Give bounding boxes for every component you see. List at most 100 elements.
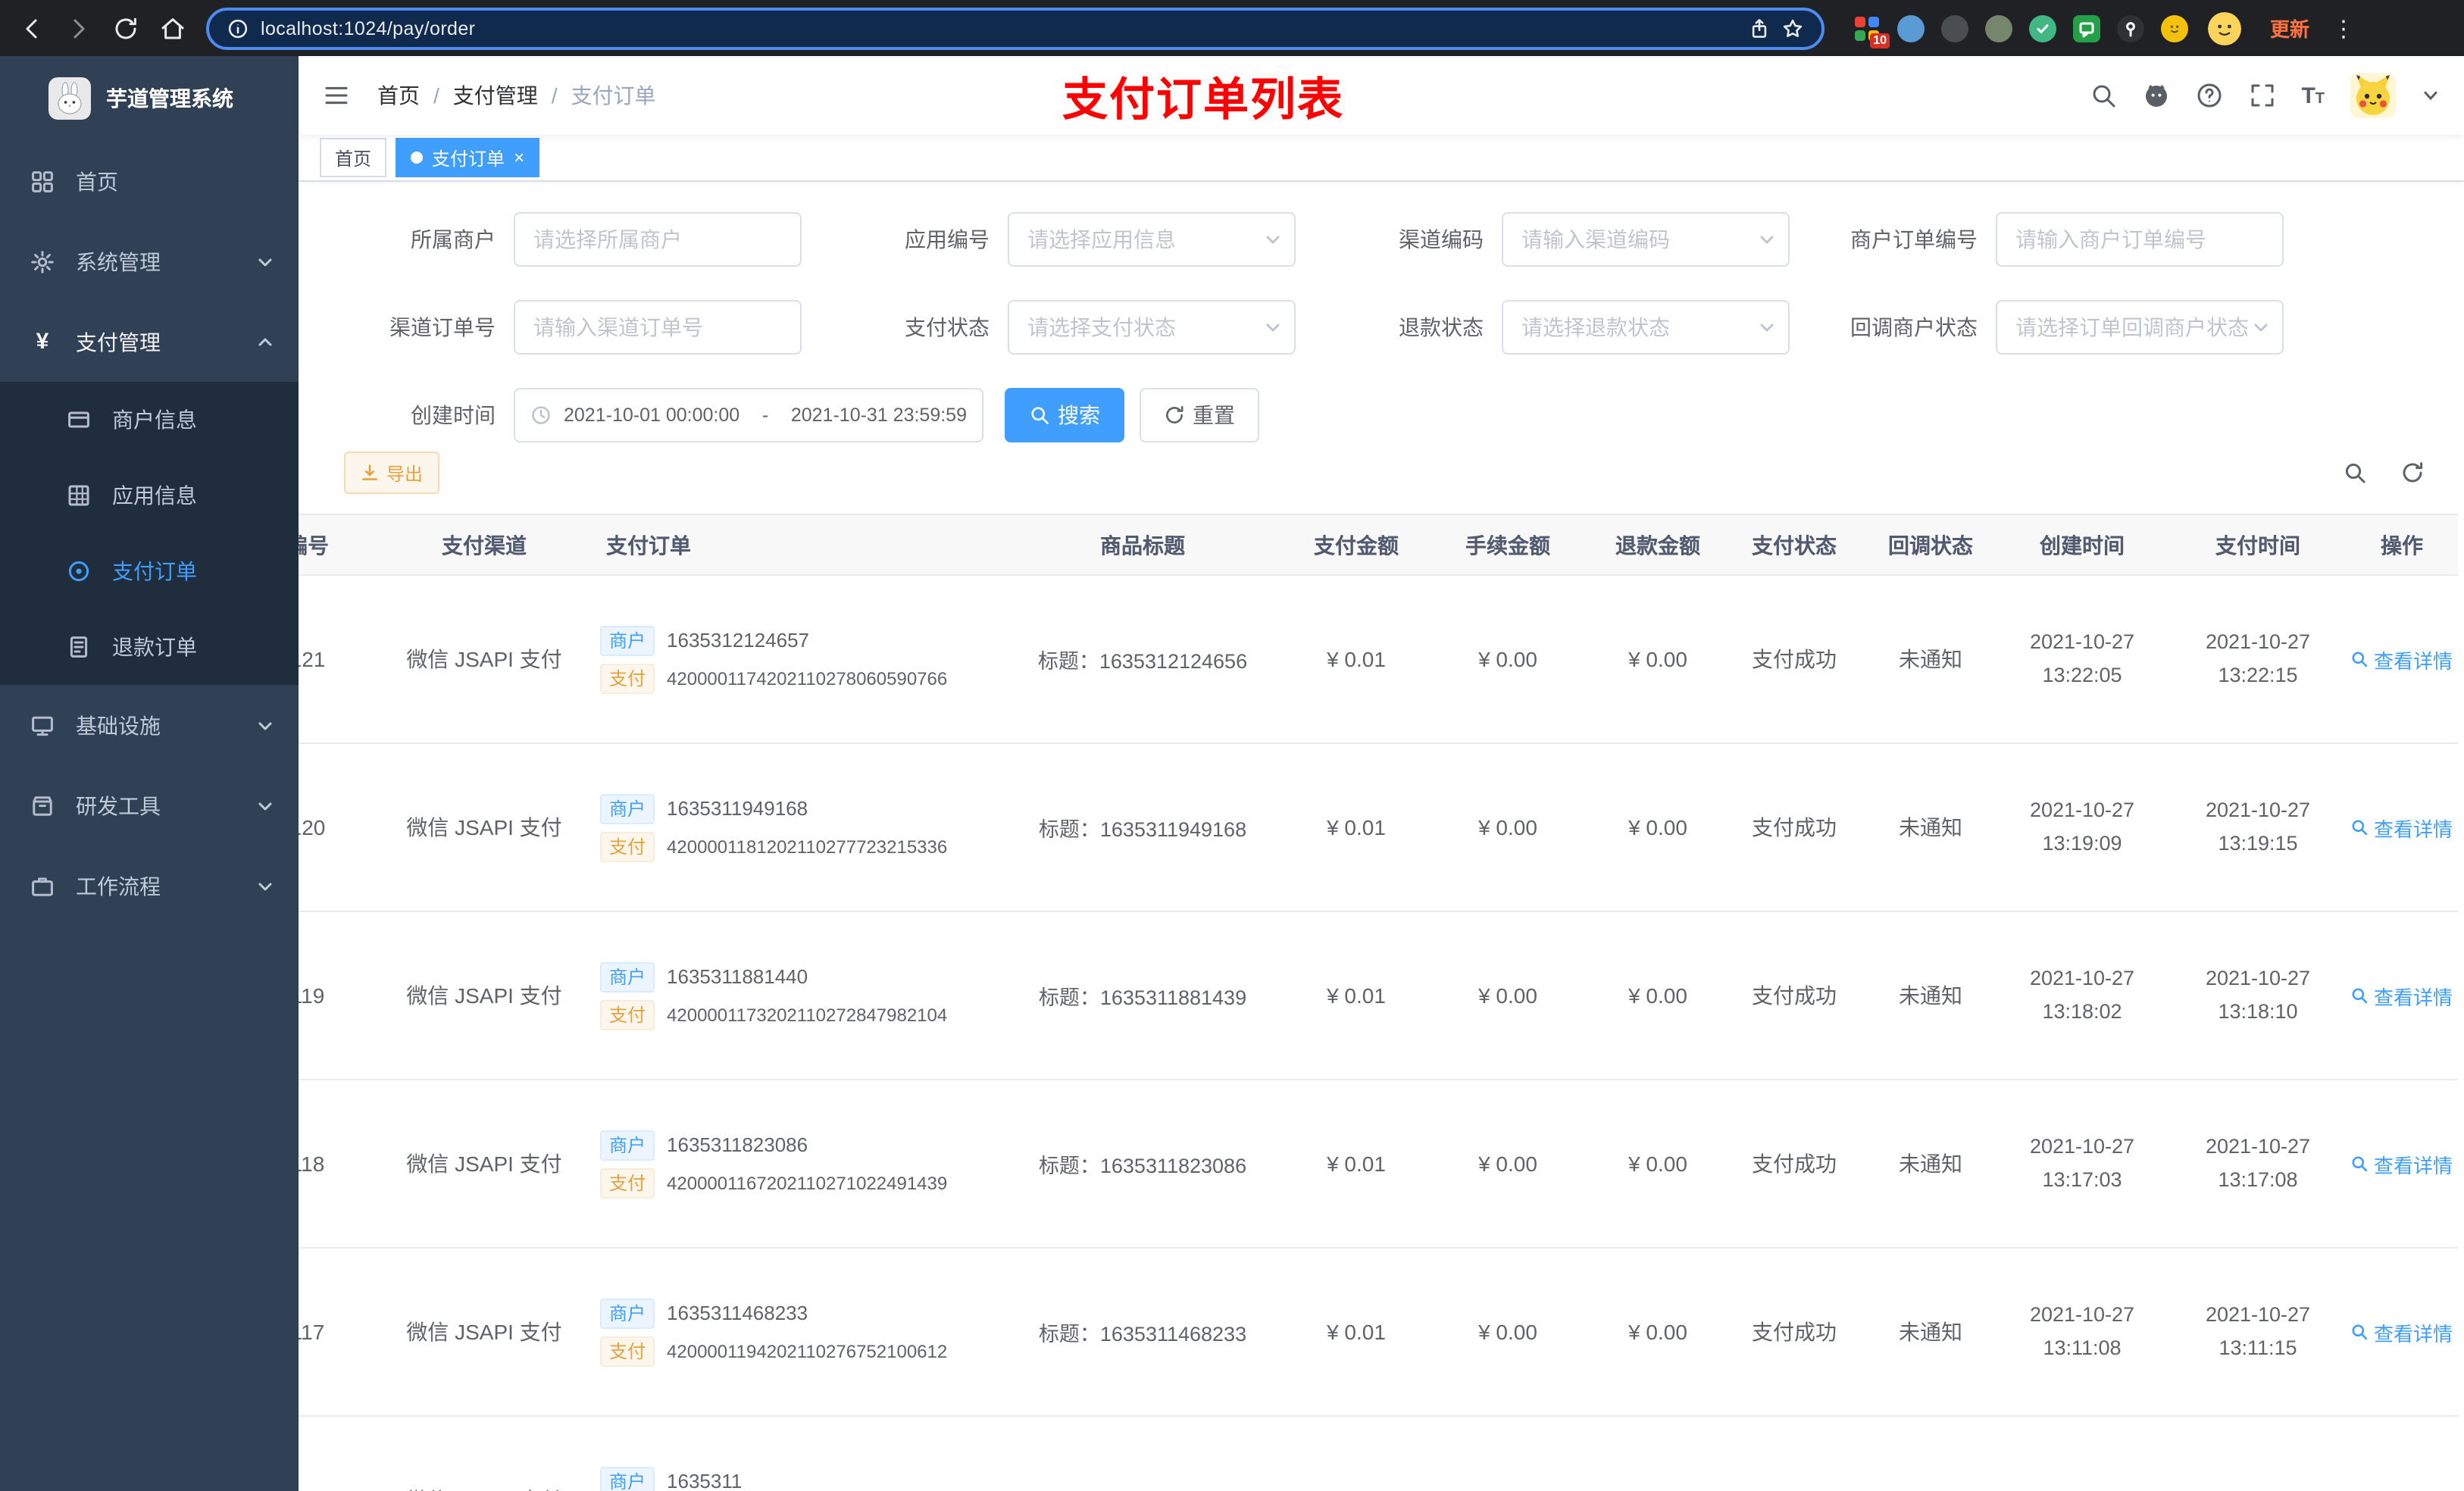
extension-check-icon[interactable] xyxy=(2029,14,2056,42)
merchant-order-no-input[interactable] xyxy=(1996,212,2284,267)
pay-amount: ¥ 0.01 xyxy=(1291,1080,1421,1249)
browser-menu-icon[interactable]: ⋮ xyxy=(2332,14,2355,42)
notify-status: 未通知 xyxy=(1867,743,1994,912)
pay-status: 支付成功 xyxy=(1721,911,1867,1080)
search-button[interactable]: 搜索 xyxy=(1005,388,1124,442)
sidebar-item-merchant-info[interactable]: 商户信息 xyxy=(0,382,299,458)
back-icon[interactable] xyxy=(18,14,45,42)
export-button[interactable]: 导出 xyxy=(344,452,440,494)
sidebar-item-label: 首页 xyxy=(76,169,118,193)
gear-icon xyxy=(31,250,54,273)
channel-pay-no: 4200001181202110277723215336 xyxy=(667,836,948,857)
url-text[interactable]: localhost:1024/pay/order xyxy=(261,17,1737,39)
view-detail-label: 查看详情 xyxy=(2373,649,2453,672)
extension-grid-icon[interactable]: 10 xyxy=(1853,14,1890,48)
sidebar-item-label: 支付订单 xyxy=(112,559,197,583)
view-detail-link[interactable]: 查看详情 xyxy=(2351,1149,2453,1178)
address-bar[interactable]: localhost:1024/pay/order xyxy=(206,7,1825,49)
refund-status-select[interactable] xyxy=(1502,300,1790,355)
extension-olive-icon[interactable] xyxy=(1985,14,2012,42)
help-icon[interactable] xyxy=(2195,82,2222,109)
sidebar-item-app-info[interactable]: 应用信息 xyxy=(0,458,299,533)
refresh-icon[interactable] xyxy=(2400,461,2425,485)
pay-channel: 微信 JSAPI 支付 xyxy=(368,1248,600,1417)
github-icon[interactable] xyxy=(2142,82,2169,109)
filter-notify-status: 回调商户状态 xyxy=(1826,300,2320,355)
extension-smiley-icon[interactable] xyxy=(2161,14,2188,42)
notify-status: 未通知 xyxy=(1867,1080,1994,1249)
pay-tag: 支付 xyxy=(600,999,655,1030)
extension-chat-icon[interactable] xyxy=(2073,14,2100,42)
forward-icon[interactable] xyxy=(65,14,92,42)
main-area: 首页 / 支付管理 / 支付订单 支付订单列表 TT 首页 支付订单 × 所属商… xyxy=(299,56,2464,1491)
sidebar-item-pay-order[interactable]: 支付订单 xyxy=(0,533,299,609)
notify-status: 未通知 xyxy=(1867,575,1994,744)
sidebar-item-refund-order[interactable]: 退款订单 xyxy=(0,609,299,685)
created-date: 2021-10-27 xyxy=(2029,1134,2135,1158)
tab-pay-order[interactable]: 支付订单 × xyxy=(396,138,540,177)
merchant-order-no: 1635311881440 xyxy=(667,965,808,988)
created-time-cell: 2021-10-27 13:19:09 xyxy=(1994,743,2170,912)
browser-profile-avatar[interactable] xyxy=(2208,11,2241,45)
view-detail-link[interactable]: 查看详情 xyxy=(2351,813,2453,842)
sidebar-item-payment[interactable]: ¥ 支付管理 xyxy=(0,302,299,382)
caret-down-icon[interactable] xyxy=(2422,86,2440,105)
download-icon xyxy=(362,464,377,480)
share-icon[interactable] xyxy=(1749,17,1770,39)
magnifier-icon xyxy=(2353,820,2369,836)
filter-refund-status: 退款状态 xyxy=(1332,300,1826,355)
toggle-search-icon[interactable] xyxy=(2343,461,2367,485)
app-no-select[interactable] xyxy=(1008,212,1296,267)
sidebar-item-home[interactable]: 首页 xyxy=(0,141,299,221)
notify-status-select[interactable] xyxy=(1996,300,2284,355)
extension-drop-icon[interactable] xyxy=(1897,14,1925,42)
close-icon[interactable]: × xyxy=(514,148,524,167)
merchant-select[interactable] xyxy=(514,212,802,267)
home-icon[interactable] xyxy=(159,14,186,42)
refund-amount: ¥ 0.00 xyxy=(1594,1080,1721,1249)
view-detail-label: 查看详情 xyxy=(2373,1154,2453,1177)
refund-amount: ¥ 0.00 xyxy=(1594,1248,1721,1417)
breadcrumb-home[interactable]: 首页 xyxy=(377,80,420,111)
page-title-annotation: 支付订单列表 xyxy=(1062,76,1344,126)
extension-badge: 10 xyxy=(1870,33,1890,48)
hamburger-icon[interactable] xyxy=(323,82,350,109)
fullscreen-icon[interactable] xyxy=(2248,82,2275,109)
info-icon[interactable] xyxy=(227,17,249,39)
sidebar-item-workflow[interactable]: 工作流程 xyxy=(0,846,299,926)
tab-home[interactable]: 首页 xyxy=(320,138,387,177)
browser-toolbar: localhost:1024/pay/order 10 更新 ⋮ xyxy=(0,0,2464,56)
view-detail-link[interactable]: 查看详情 xyxy=(2351,645,2453,674)
channel-code-select[interactable] xyxy=(1502,212,1790,267)
pay-amount: ¥ 0.01 xyxy=(1291,743,1421,912)
sidebar-item-label: 退款订单 xyxy=(112,635,197,659)
breadcrumb-payment[interactable]: 支付管理 xyxy=(453,80,538,111)
sidebar-item-infra[interactable]: 基础设施 xyxy=(0,685,299,765)
extension-dark-icon[interactable] xyxy=(1941,14,1968,42)
sidebar-item-label: 系统管理 xyxy=(76,249,161,274)
magnifier-icon xyxy=(2353,988,2369,1004)
pay-status-select[interactable] xyxy=(1008,300,1296,355)
sidebar-item-system[interactable]: 系统管理 xyxy=(0,221,299,302)
extension-pin-icon[interactable] xyxy=(2117,14,2144,42)
date-range-input[interactable]: 2021-10-01 00:00:00 - 2021-10-31 23:59:5… xyxy=(514,388,983,442)
bookmark-star-icon[interactable] xyxy=(1782,17,1803,39)
merchant-tag: 商户 xyxy=(600,1298,655,1328)
browser-update-button[interactable]: 更新 xyxy=(2270,14,2309,42)
briefcase-icon xyxy=(32,877,53,896)
reset-button[interactable]: 重置 xyxy=(1140,388,1259,442)
channel-order-no-input[interactable] xyxy=(514,300,802,355)
reload-icon[interactable] xyxy=(112,14,139,42)
sidebar-item-devtools[interactable]: 研发工具 xyxy=(0,765,299,846)
filter-form: 所属商户 应用编号 渠道编码 xyxy=(299,182,2464,442)
fee-amount: ¥ 0.00 xyxy=(1421,1080,1594,1249)
date-separator: - xyxy=(761,405,769,426)
user-avatar[interactable] xyxy=(2350,73,2396,118)
search-icon[interactable] xyxy=(2089,82,2116,109)
font-size-icon[interactable]: TT xyxy=(2301,84,2325,107)
view-detail-link[interactable]: 查看详情 xyxy=(2351,981,2453,1010)
screen: localhost:1024/pay/order 10 更新 ⋮ 芋道管理系统 … xyxy=(0,0,2464,1491)
fee-amount xyxy=(1421,1416,1594,1491)
view-detail-link[interactable]: 查看详情 xyxy=(2351,1318,2453,1346)
product-title: 标题：1635312124656 xyxy=(994,575,1291,744)
